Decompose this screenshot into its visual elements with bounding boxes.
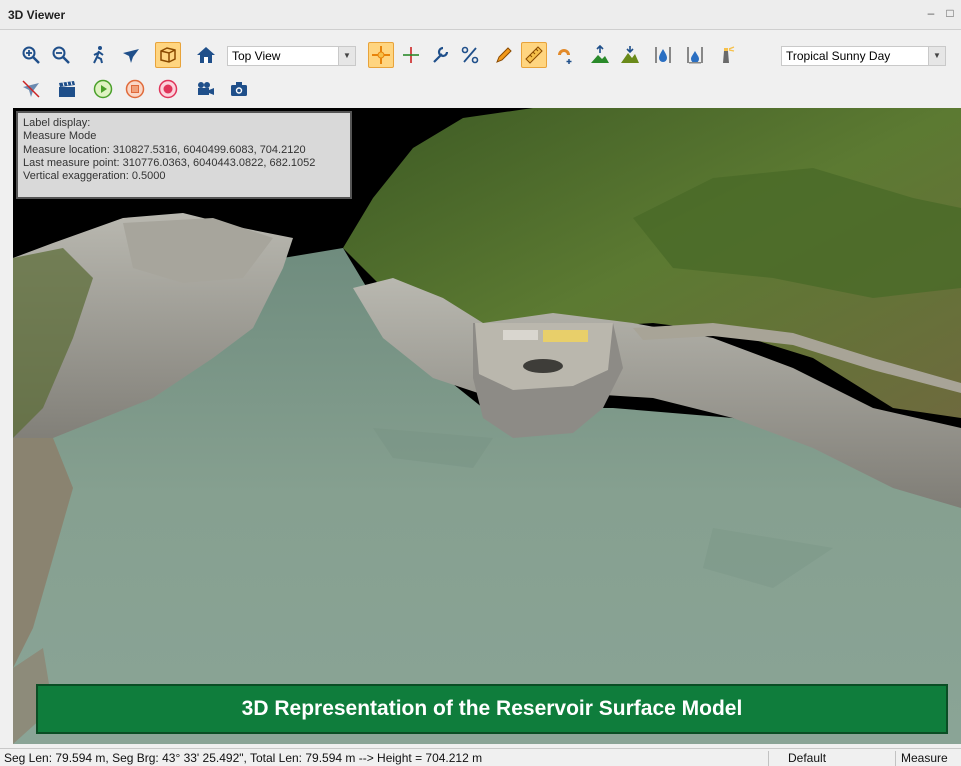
sky-select[interactable]: Tropical Sunny Day ▼ [781, 46, 946, 66]
water-up-button[interactable] [650, 42, 676, 68]
zoom-in-icon [22, 46, 40, 64]
record-button[interactable] [155, 76, 181, 102]
info-vertical-exaggeration: Vertical exaggeration: 0.5000 [23, 170, 166, 183]
light-button[interactable] [713, 42, 739, 68]
record-icon [158, 79, 178, 99]
video-camera-icon [198, 82, 214, 95]
slope-button[interactable] [457, 42, 483, 68]
zoom-out-icon [52, 46, 70, 64]
magnet-icon [558, 49, 572, 64]
video-button[interactable] [192, 76, 218, 102]
info-mode: Measure Mode [23, 130, 97, 143]
sky-select-value: Tropical Sunny Day [786, 49, 891, 63]
crosshair-icon [372, 46, 390, 64]
raise-terrain-icon [591, 45, 609, 63]
water-level-up-icon [655, 47, 671, 63]
stop-icon [125, 79, 145, 99]
status-divider [895, 751, 896, 766]
3d-box-icon [160, 47, 176, 63]
measure-button[interactable] [521, 42, 547, 68]
view-select[interactable]: Top View ▼ [227, 46, 356, 66]
terrain-scene [13, 108, 961, 744]
draw-button[interactable] [491, 42, 517, 68]
play-button[interactable] [90, 76, 116, 102]
caption-banner: 3D Representation of the Reservoir Surfa… [36, 684, 948, 734]
maximize-button[interactable]: □ [943, 6, 957, 20]
crosshair-button[interactable] [368, 42, 394, 68]
tools-button[interactable] [427, 42, 453, 68]
water-down-button[interactable] [682, 42, 708, 68]
raise-terrain-button[interactable] [587, 42, 613, 68]
wrench-icon [433, 46, 449, 63]
plus-icon [403, 47, 419, 63]
status-bar: Seg Len: 79.594 m, Seg Brg: 43° 33' 25.4… [0, 748, 961, 766]
minimize-button[interactable]: – [924, 6, 938, 20]
water-level-down-icon [687, 47, 703, 64]
fly-icon [123, 49, 139, 63]
lower-terrain-icon [621, 46, 639, 63]
clapper-icon [59, 81, 75, 97]
fly-button[interactable] [118, 42, 144, 68]
info-label-display: Label display: [23, 117, 91, 129]
screenshot-button[interactable] [226, 76, 252, 102]
home-button[interactable] [193, 42, 219, 68]
chevron-down-icon: ▼ [928, 47, 945, 65]
window-title: 3D Viewer [8, 8, 66, 22]
lower-terrain-button[interactable] [617, 42, 643, 68]
photo-camera-icon [231, 82, 247, 96]
info-measure-location: Measure location: 310827.5316, 6040499.6… [23, 143, 306, 156]
3d-viewport[interactable]: Label display: Measure Mode Measure loca… [13, 108, 961, 744]
fly-off-button[interactable] [18, 76, 44, 102]
chevron-down-icon: ▼ [338, 47, 355, 65]
pencil-icon [496, 47, 512, 63]
playback-toolbar [0, 74, 961, 108]
status-measurement: Seg Len: 79.594 m, Seg Brg: 43° 33' 25.4… [4, 751, 483, 765]
ruler-icon [525, 46, 543, 64]
info-last-measure-point: Last measure point: 310776.0363, 6040443… [23, 156, 316, 169]
main-toolbar: Top View ▼ Tropical Sunny Day ▼ [0, 38, 961, 72]
percent-slope-icon [461, 46, 479, 64]
3d-view-button[interactable] [155, 42, 181, 68]
view-select-value: Top View [232, 49, 281, 63]
add-point-button[interactable] [398, 42, 424, 68]
snap-button[interactable] [551, 42, 577, 68]
play-icon [93, 79, 113, 99]
lighthouse-icon [723, 46, 735, 63]
no-fly-icon [22, 80, 40, 98]
status-mode: Measure [901, 751, 948, 765]
zoom-in-button[interactable] [18, 42, 44, 68]
clapper-button[interactable] [54, 76, 80, 102]
measure-info-panel: Label display: Measure Mode Measure loca… [16, 111, 352, 199]
status-profile: Default [788, 751, 827, 765]
status-divider [768, 751, 769, 766]
walk-button[interactable] [86, 42, 112, 68]
walk-icon [93, 46, 104, 64]
stop-button[interactable] [122, 76, 148, 102]
home-icon [197, 47, 215, 63]
zoom-out-button[interactable] [48, 42, 74, 68]
title-bar: 3D Viewer – □ [0, 0, 961, 30]
